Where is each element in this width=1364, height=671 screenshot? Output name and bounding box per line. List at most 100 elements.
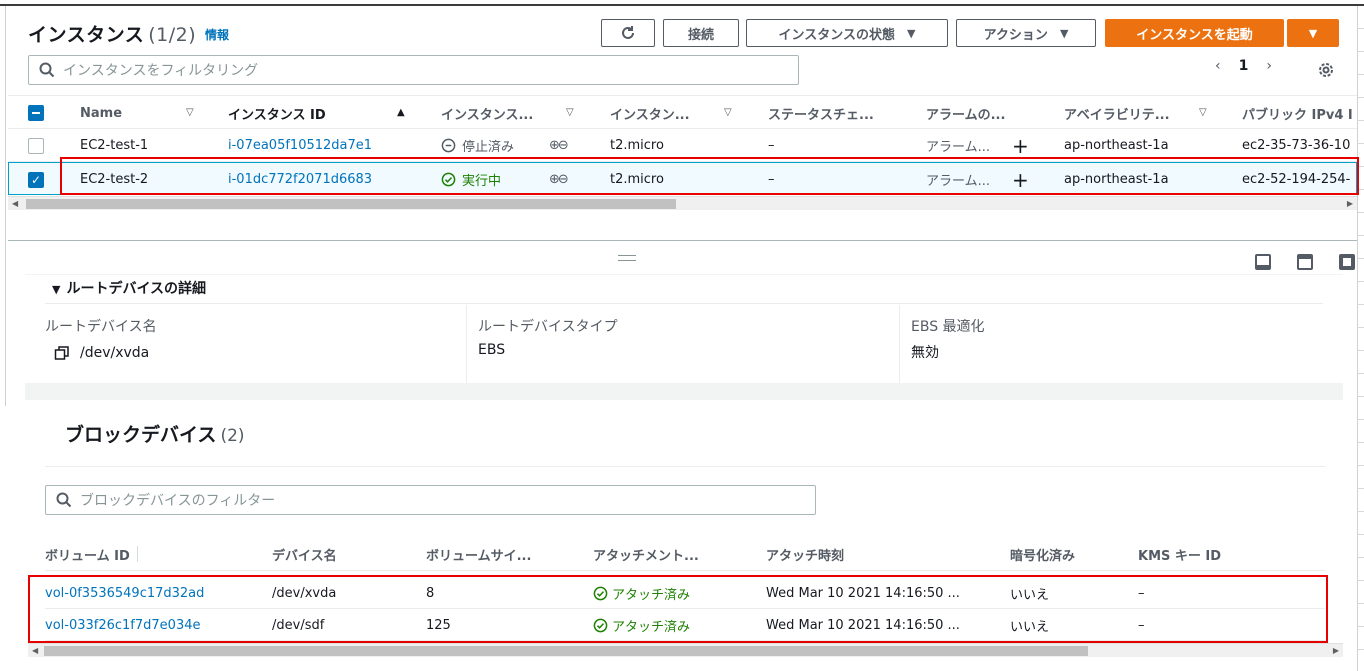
divider: [45, 303, 1323, 304]
sort-icon[interactable]: ▽: [724, 107, 732, 118]
row-checkbox-checked[interactable]: ✓: [28, 171, 44, 188]
zoom-in-icon[interactable]: ⊕: [549, 138, 560, 153]
instances-search-input[interactable]: インスタンスをフィルタリング: [28, 55, 799, 85]
root-device-title: ルートデバイスの詳細: [66, 281, 207, 297]
col-instance-id[interactable]: インスタンス ID: [228, 96, 326, 130]
ebs-optimized-value: 無効: [911, 345, 939, 361]
caret-down-icon: ▼: [907, 26, 916, 40]
col-instance-type[interactable]: インスタン...: [610, 96, 690, 130]
col-attachment-status-label: アタッチメント...: [593, 548, 699, 564]
block-devices-title-text: ブロックデバイス: [65, 424, 217, 446]
instance-state-dropdown[interactable]: インスタンスの状態 ▼: [746, 19, 948, 47]
block-devices-count: (2): [220, 426, 245, 446]
col-alarm[interactable]: アラームの...: [926, 96, 1005, 130]
scroll-right-icon[interactable]: ▶: [1347, 197, 1353, 211]
col-instance-state-label: インスタンス...: [441, 107, 534, 123]
checkbox-indeterminate-icon: [28, 105, 44, 121]
refresh-button[interactable]: [601, 19, 655, 47]
root-device-name-label: ルートデバイス名: [45, 319, 157, 335]
split-side-icon[interactable]: [1297, 254, 1313, 270]
col-volume-id-label: ボリューム ID: [45, 548, 130, 564]
instance-state-text: 停止済み: [462, 140, 515, 155]
connect-button[interactable]: 接続: [663, 19, 739, 47]
row-checkbox[interactable]: [28, 137, 44, 154]
col-instance-state[interactable]: インスタンス...: [441, 96, 533, 130]
sort-icon[interactable]: ▽: [186, 107, 194, 118]
col-attach-time[interactable]: アタッチ時刻: [766, 537, 844, 571]
col-device-name-label: デバイス名: [272, 548, 337, 564]
scroll-left-icon[interactable]: ◀: [32, 644, 38, 658]
instance-state-label: インスタンスの状態: [778, 27, 895, 43]
gear-icon[interactable]: [1316, 60, 1336, 80]
col-public-ip-label: パブリック IPv4 I: [1242, 107, 1353, 123]
sheet-gridlines-right: [1357, 6, 1364, 671]
root-device-type-label: ルートデバイスタイプ: [478, 319, 618, 335]
col-instance-type-label: インスタン...: [610, 107, 690, 123]
actions-dropdown[interactable]: アクション ▼: [956, 19, 1096, 47]
root-device-name-value: /dev/xvda: [80, 345, 150, 361]
instances-title-text: インスタンス: [28, 24, 145, 46]
full-screen-icon[interactable]: [1339, 254, 1355, 270]
block-devices-table-header: ボリューム ID デバイス名 ボリュームサイ... アタッチメント... アタッ…: [45, 537, 1325, 571]
scroll-right-icon[interactable]: ▶: [1333, 644, 1339, 658]
col-kms-key-id[interactable]: KMS キー ID: [1138, 537, 1221, 571]
select-all-checkbox[interactable]: [28, 96, 44, 130]
col-az[interactable]: アベイラビリテ...: [1064, 96, 1170, 130]
col-attach-time-label: アタッチ時刻: [766, 548, 845, 564]
block-devices-search-input[interactable]: ブロックデバイスのフィルター: [45, 485, 816, 515]
sheet-gridlines-left: [0, 6, 6, 406]
col-attachment-status[interactable]: アタッチメント...: [593, 537, 699, 571]
divider: [899, 305, 900, 383]
col-status-check[interactable]: ステータスチェ...: [768, 96, 874, 130]
scrollbar-thumb[interactable]: [44, 646, 1088, 656]
sort-icon[interactable]: ▽: [1199, 107, 1207, 118]
col-encrypted-label: 暗号化済み: [1010, 548, 1076, 564]
divider: [45, 466, 1325, 467]
block-devices-search-placeholder: ブロックデバイスのフィルター: [80, 493, 276, 509]
caret-down-icon: ▼: [1308, 26, 1318, 40]
col-encrypted[interactable]: 暗号化済み: [1010, 537, 1075, 571]
launch-instances-button[interactable]: インスタンスを起動: [1105, 19, 1284, 47]
sort-asc-icon[interactable]: ▲: [397, 107, 405, 118]
col-az-label: アベイラビリテ...: [1064, 107, 1170, 123]
col-name-label: Name: [80, 105, 123, 121]
stopped-icon: [441, 138, 456, 153]
chevron-right-icon[interactable]: ›: [1266, 58, 1272, 74]
col-volume-id[interactable]: ボリューム ID: [45, 537, 138, 571]
root-device-name: /dev/xvda: [54, 345, 149, 361]
caret-down-icon: ▼: [1059, 26, 1069, 40]
col-kms-key-id-label: KMS キー ID: [1138, 548, 1222, 564]
copy-icon[interactable]: [54, 345, 70, 361]
highlight-box-instance: [60, 157, 1359, 195]
root-device-header[interactable]: ▼ ルートデバイスの詳細: [52, 278, 206, 298]
col-public-ip[interactable]: パブリック IPv4 I: [1242, 96, 1353, 130]
scrollbar-thumb[interactable]: [26, 199, 676, 209]
col-status-check-label: ステータスチェ...: [768, 107, 874, 123]
instances-search-placeholder: インスタンスをフィルタリング: [63, 63, 259, 79]
col-name[interactable]: Name: [80, 96, 122, 130]
instances-table-header: Name ▽ インスタンス ID ▲ インスタンス... ▽ インスタン... …: [8, 95, 1357, 129]
col-volume-size[interactable]: ボリュームサイ...: [426, 537, 531, 571]
root-device-type-value: EBS: [478, 342, 506, 358]
sort-icon[interactable]: ▽: [566, 107, 574, 118]
split-bottom-icon[interactable]: [1255, 254, 1271, 270]
launch-dropdown-button[interactable]: ▼: [1287, 19, 1339, 47]
col-device-name[interactable]: デバイス名: [272, 537, 337, 571]
zoom-out-icon[interactable]: ⊖: [558, 138, 569, 153]
refresh-icon: [622, 26, 634, 39]
scroll-left-icon[interactable]: ◀: [12, 197, 18, 211]
caret-down-icon: ▼: [52, 283, 61, 296]
instances-horizontal-scrollbar[interactable]: ◀ ▶: [8, 196, 1357, 210]
ebs-optimized-label: EBS 最適化: [911, 319, 985, 335]
chevron-left-icon[interactable]: ‹: [1215, 58, 1221, 74]
drag-handle-icon[interactable]: [618, 255, 636, 261]
col-volume-size-label: ボリュームサイ...: [426, 548, 532, 564]
page-number[interactable]: 1: [1239, 58, 1249, 74]
actions-label: アクション: [983, 27, 1048, 43]
block-devices-horizontal-scrollbar[interactable]: ◀ ▶: [28, 643, 1343, 657]
pagination: ‹ 1 ›: [1215, 58, 1272, 74]
panel-splitter[interactable]: [8, 240, 1357, 241]
col-alarm-label: アラームの...: [926, 107, 1006, 123]
info-link[interactable]: 情報: [205, 26, 229, 43]
block-devices-title: ブロックデバイス (2): [65, 420, 245, 447]
